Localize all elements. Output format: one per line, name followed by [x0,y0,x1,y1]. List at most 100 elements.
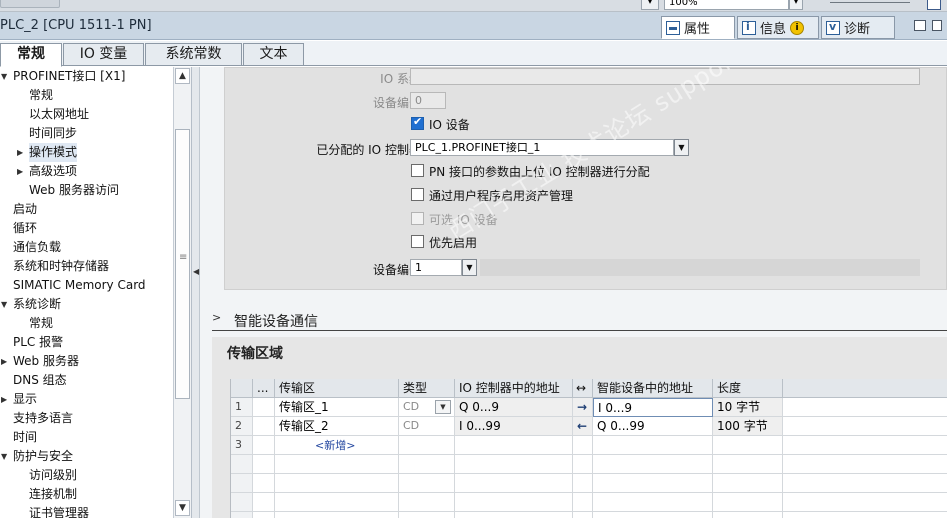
zoom-slider[interactable] [830,2,910,8]
table-cell[interactable] [253,512,275,518]
tab-properties[interactable]: 属性 [661,16,735,39]
table-row[interactable] [231,474,947,493]
table-cell[interactable] [573,436,593,455]
nav-item[interactable]: 时间同步 [0,124,173,143]
table-row[interactable]: 3 <新增> [231,436,947,455]
zoom-field[interactable]: 100% [664,0,789,10]
nav-item[interactable]: SIMATIC Memory Card [0,276,173,295]
table-cell[interactable] [253,417,275,436]
asset-management-checkbox[interactable] [411,188,424,201]
tab-diagnostics[interactable]: 诊断 [821,16,895,39]
nav-item[interactable]: 启动 [0,200,173,219]
prioritized-startup-checkbox[interactable] [411,235,424,248]
column-header[interactable]: 传输区 [275,379,399,398]
column-header[interactable]: ... [253,379,275,398]
column-header[interactable]: 长度 [713,379,783,398]
pane-splitter[interactable]: ◀ [192,67,200,518]
zoom-decrease-button[interactable]: ▾ [641,0,659,10]
nav-item[interactable]: ▶ 高级选项 [0,162,173,181]
restore-window-icon[interactable] [914,20,926,31]
table-cell[interactable] [573,512,593,518]
window-icon[interactable] [927,0,941,10]
zoom-dropdown-button[interactable]: ▾ [789,0,803,10]
table-cell[interactable]: 传输区_1 [275,398,399,417]
expand-right-icon[interactable]: ▶ [17,143,23,162]
table-cell[interactable] [713,512,783,518]
table-cell[interactable] [713,493,783,512]
table-cell[interactable] [399,493,455,512]
table-cell[interactable]: CD ▼ [399,398,455,417]
table-cell[interactable]: CD [399,417,455,436]
table-cell[interactable]: 10 字节 [713,398,783,417]
nav-item[interactable]: 通信负载 [0,238,173,257]
table-cell[interactable] [713,436,783,455]
table-row[interactable] [231,512,947,518]
table-cell[interactable] [253,455,275,474]
table-cell[interactable] [399,455,455,474]
nav-item[interactable]: PLC 报警 [0,333,173,352]
nav-item[interactable]: ▶ 显示 [0,390,173,409]
tab-texts[interactable]: 文本 [243,43,304,66]
table-cell[interactable] [783,417,947,436]
table-cell[interactable] [399,474,455,493]
assigned-controller-select[interactable]: PLC_1.PROFINET接口_1 [410,139,674,156]
column-header[interactable]: ↔ [573,379,593,398]
nav-item[interactable]: 连接机制 [0,485,173,504]
table-cell[interactable] [593,455,713,474]
pn-param-checkbox[interactable] [411,164,424,177]
tab-io-tags[interactable]: IO 变量 [63,43,144,66]
table-cell[interactable] [455,493,573,512]
table-cell[interactable]: <新增> [275,436,399,455]
table-cell[interactable] [275,493,399,512]
table-cell[interactable] [783,436,947,455]
table-row[interactable]: 1 传输区_1 CD ▼ Q 0...9 → I 0...9 10 字节 [231,398,947,417]
table-cell[interactable]: Q 0...99 [593,417,713,436]
table-cell[interactable] [573,474,593,493]
table-cell[interactable]: Q 0...9 [455,398,573,417]
nav-item[interactable]: ▼ 防护与安全 [0,447,173,466]
table-row[interactable] [231,455,947,474]
table-cell[interactable] [573,455,593,474]
nav-item[interactable]: ▼ PROFINET接口 [X1] [0,67,173,86]
column-header[interactable]: 类型 [399,379,455,398]
nav-item[interactable]: Web 服务器访问 [0,181,173,200]
type-dropdown-icon[interactable]: ▼ [435,400,451,414]
table-cell[interactable]: I 0...99 [455,417,573,436]
column-header[interactable]: IO 控制器中的地址 [455,379,573,398]
table-cell[interactable] [783,398,947,417]
table-cell[interactable] [455,436,573,455]
nav-item[interactable]: 以太网地址 [0,105,173,124]
nav-item[interactable]: DNS 组态 [0,371,173,390]
table-cell[interactable] [253,493,275,512]
collapse-window-icon[interactable] [932,20,942,31]
table-cell[interactable] [593,493,713,512]
nav-item[interactable]: ▶ 操作模式 [0,143,173,162]
table-cell[interactable] [455,455,573,474]
toolbar-button[interactable] [0,0,60,8]
table-cell[interactable]: → [573,398,593,417]
table-cell[interactable] [275,455,399,474]
nav-item[interactable]: 时间 [0,428,173,447]
table-cell[interactable] [593,436,713,455]
device-number-dropdown-icon[interactable]: ▼ [462,259,477,276]
nav-item[interactable]: 访问级别 [0,466,173,485]
tab-general[interactable]: 常规 [0,43,62,67]
tab-info[interactable]: 信息 i [737,16,819,39]
table-cell[interactable] [455,512,573,518]
table-cell[interactable]: 100 字节 [713,417,783,436]
table-cell[interactable] [573,493,593,512]
nav-item[interactable]: 证书管理器 [0,504,173,518]
table-cell[interactable] [399,512,455,518]
nav-item[interactable]: 常规 [0,86,173,105]
table-cell[interactable] [783,512,947,518]
expand-down-icon[interactable]: ▼ [1,295,7,314]
table-cell[interactable] [783,474,947,493]
table-cell[interactable]: 传输区_2 [275,417,399,436]
table-cell[interactable] [275,474,399,493]
expand-right-icon[interactable]: ▶ [1,352,7,371]
table-cell[interactable] [253,474,275,493]
table-cell[interactable] [713,474,783,493]
scroll-down-icon[interactable]: ▼ [175,500,190,516]
table-row[interactable]: 2 传输区_2 CD I 0...99 ← Q 0...99 100 字节 [231,417,947,436]
scroll-up-icon[interactable]: ▲ [175,68,190,84]
